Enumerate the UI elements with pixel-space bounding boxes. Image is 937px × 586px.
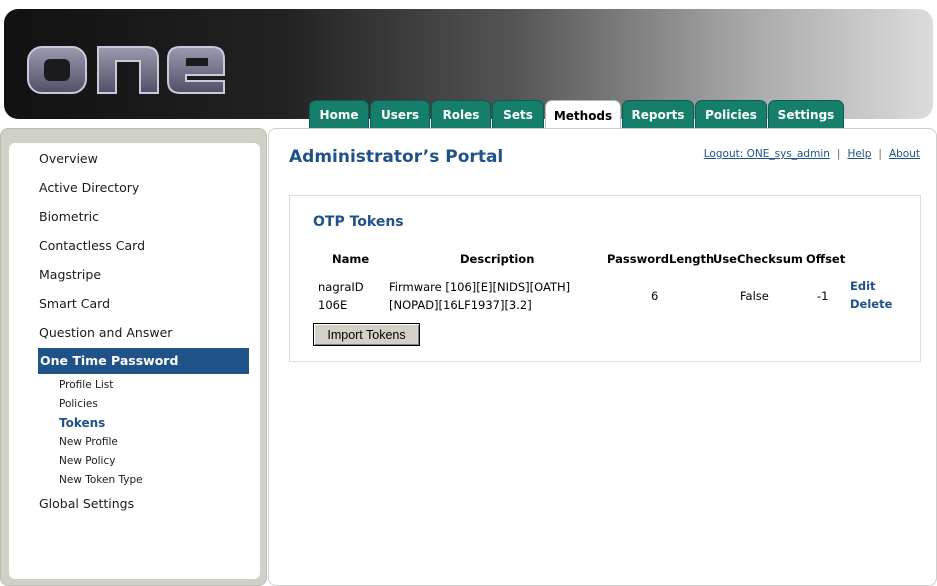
tab-policies[interactable]: Policies [695, 100, 767, 129]
link-separator: | [878, 148, 882, 160]
main-tabs: Home Users Roles Sets Methods Reports Po… [309, 100, 845, 130]
edit-link[interactable]: Edit [850, 279, 876, 293]
subnav-new-token-type[interactable]: New Token Type [59, 474, 143, 486]
tab-settings[interactable]: Settings [768, 100, 844, 129]
token-password-length: 6 [651, 289, 659, 303]
sidebar-item-overview[interactable]: Overview [38, 146, 249, 172]
subnav-new-policy[interactable]: New Policy [59, 455, 115, 467]
page-title: Administrator’s Portal [289, 147, 504, 167]
token-description-line1: Firmware [106][E][NIDS][OATH] [389, 280, 571, 294]
sidebar-item-global-settings[interactable]: Global Settings [38, 491, 249, 517]
sidebar: Overview Active Directory Biometric Cont… [0, 128, 267, 586]
column-header-use-checksum: UseChecksum [713, 252, 803, 266]
column-header-password-length: PasswordLength [607, 252, 715, 266]
subnav-new-profile[interactable]: New Profile [59, 436, 118, 448]
import-tokens-button[interactable]: Import Tokens [313, 323, 420, 346]
tab-home[interactable]: Home [309, 100, 369, 129]
link-separator: | [836, 148, 841, 160]
sidebar-panel: Overview Active Directory Biometric Cont… [9, 143, 260, 579]
sidebar-item-active-directory[interactable]: Active Directory [38, 175, 249, 201]
subnav-policies[interactable]: Policies [59, 398, 98, 410]
logout-link[interactable]: Logout: ONE_sys_admin [704, 148, 830, 160]
delete-link[interactable]: Delete [850, 297, 892, 311]
column-header-name: Name [332, 252, 370, 266]
sidebar-item-one-time-password[interactable]: One Time Password [38, 348, 249, 374]
tab-reports[interactable]: Reports [622, 100, 694, 129]
column-header-description: Description [460, 252, 535, 266]
subnav-profile-list[interactable]: Profile List [59, 379, 113, 391]
token-use-checksum: False [740, 289, 769, 303]
panel-title: OTP Tokens [313, 214, 404, 230]
token-name-line1: nagraID [318, 280, 364, 294]
sidebar-item-biometric[interactable]: Biometric [38, 204, 249, 230]
tab-roles[interactable]: Roles [431, 100, 491, 129]
subnav-tokens[interactable]: Tokens [59, 416, 105, 430]
one-logo [27, 46, 225, 94]
about-link[interactable]: About [889, 148, 920, 160]
sidebar-item-question-and-answer[interactable]: Question and Answer [38, 320, 249, 346]
sidebar-item-smart-card[interactable]: Smart Card [38, 291, 249, 317]
token-description-line2: [NOPAD][16LF1937][3.2] [389, 298, 532, 312]
token-offset: -1 [817, 289, 829, 303]
sidebar-item-contactless-card[interactable]: Contactless Card [38, 233, 249, 259]
token-name-line2: 106E [318, 298, 348, 312]
sidebar-item-magstripe[interactable]: Magstripe [38, 262, 249, 288]
top-links: Logout: ONE_sys_admin | Help | About [704, 148, 920, 160]
tab-methods[interactable]: Methods [545, 100, 621, 130]
column-header-offset: Offset [806, 252, 846, 266]
tab-sets[interactable]: Sets [492, 100, 544, 129]
tab-users[interactable]: Users [370, 100, 430, 129]
help-link[interactable]: Help [847, 148, 871, 160]
